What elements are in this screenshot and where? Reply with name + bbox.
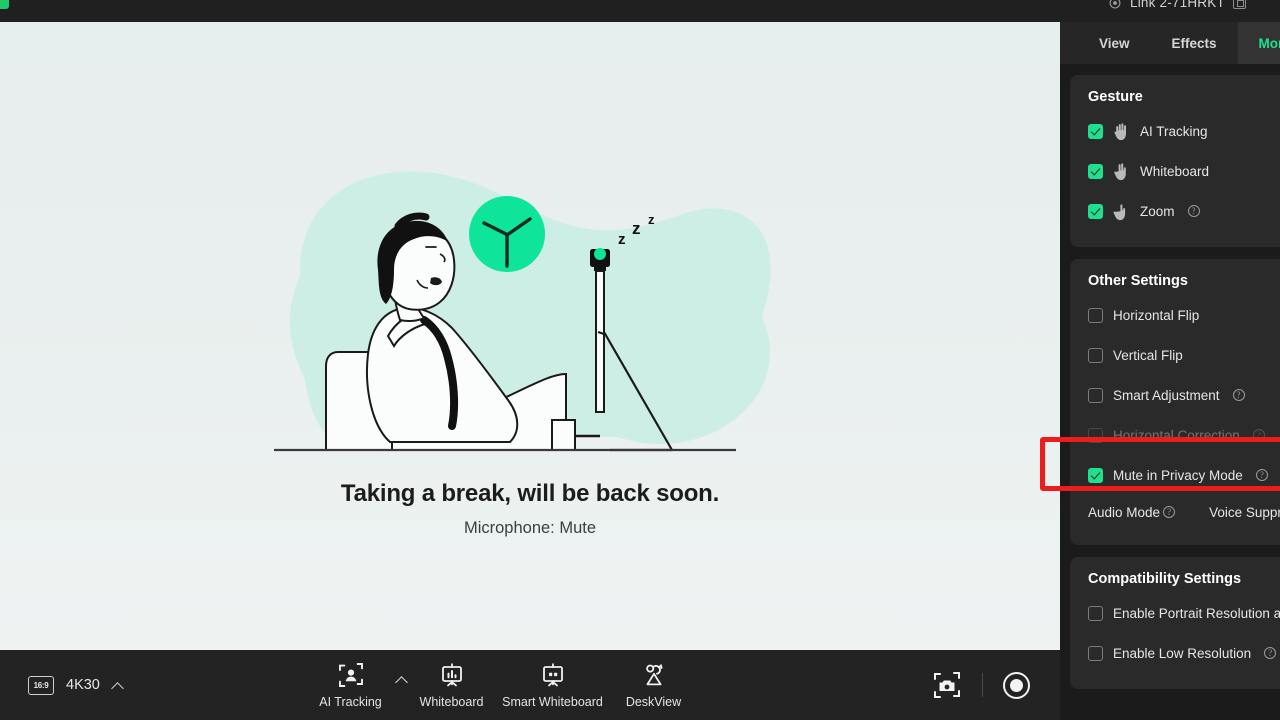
- checkbox-smart-adjustment[interactable]: [1088, 387, 1103, 403]
- hand-two-fingers-icon: [1113, 162, 1130, 181]
- setting-row-mute-in-privacy-mode[interactable]: Mute in Privacy Mode ?: [1070, 455, 1280, 495]
- smart-whiteboard-icon: [540, 662, 566, 688]
- tab-more[interactable]: More: [1237, 22, 1280, 64]
- toolbar-button-deskview[interactable]: DeskView: [603, 650, 704, 720]
- voice-suppression-control[interactable]: Voice Suppression: [1209, 505, 1280, 520]
- setting-label: Whiteboard: [1140, 163, 1210, 179]
- section-title: Compatibility Settings: [1088, 571, 1242, 587]
- section-title: Other Settings: [1088, 273, 1188, 289]
- video-preview-stage: z z z Taking a break, will be back soon.…: [0, 22, 1060, 650]
- setting-row-vertical-flip[interactable]: Vertical Flip: [1070, 335, 1280, 375]
- status-indicator-nub: [0, 0, 9, 9]
- person-resting-privacy-mode-illustration: z z z: [274, 171, 771, 452]
- toolbar-button-whiteboard[interactable]: Whiteboard: [401, 650, 502, 720]
- toolbar-label: DeskView: [625, 694, 682, 709]
- panel-body: Gesture AI Tracking Whiteboard Zoom ? Ot…: [1060, 64, 1280, 720]
- toolbar-label: AI Tracking: [319, 694, 382, 709]
- help-icon[interactable]: ?: [1255, 469, 1268, 481]
- checkbox-horizontal-correction: [1088, 427, 1103, 443]
- audio-mode-label: Audio Mode: [1088, 504, 1161, 520]
- section-title: Gesture: [1088, 89, 1143, 105]
- panel-tabs: View Effects More: [1060, 22, 1280, 64]
- voice-suppression-label: Voice Suppression: [1209, 504, 1280, 520]
- audio-mode-control[interactable]: Audio Mode ?: [1088, 504, 1176, 520]
- sleep-z-mid: z: [632, 219, 641, 238]
- toolbar-button-smart-whiteboard[interactable]: Smart Whiteboard: [502, 650, 603, 720]
- ai-tracking-options-chevron-up-icon[interactable]: [396, 674, 408, 686]
- snapshot-camera-icon[interactable]: [932, 670, 962, 700]
- section-compatibility-settings: Compatibility Settings Enable Portrait R…: [1070, 557, 1280, 689]
- resolution-label[interactable]: 4K30: [66, 677, 100, 693]
- setting-label: Smart Adjustment: [1113, 387, 1220, 403]
- setting-label: AI Tracking: [1140, 123, 1208, 139]
- sleep-z-tiny: z: [648, 212, 655, 227]
- help-icon[interactable]: ?: [1163, 506, 1176, 518]
- microphone-status: Microphone: Mute: [463, 519, 597, 537]
- record-button-icon[interactable]: [1003, 671, 1030, 699]
- tab-view[interactable]: View: [1078, 22, 1151, 64]
- checkbox-enable-portrait-resolution[interactable]: [1088, 605, 1103, 621]
- checkbox-vertical-flip[interactable]: [1088, 347, 1103, 363]
- chevron-up-icon[interactable]: [112, 680, 123, 691]
- page-title: Taking a break, will be back soon.: [340, 480, 720, 507]
- toolbar-divider: [982, 673, 983, 697]
- setting-row-horizontal-correction: Horizontal Correction ?: [1070, 415, 1280, 455]
- window-title: Link 2-71HRKT: [1130, 0, 1225, 10]
- settings-panel: View Effects More Gesture AI Tracking: [1060, 22, 1280, 720]
- deskview-icon: [641, 662, 667, 688]
- setting-row-ai-tracking[interactable]: AI Tracking: [1070, 111, 1280, 151]
- setting-label: Horizontal Flip: [1113, 307, 1200, 323]
- checkbox-horizontal-flip[interactable]: [1088, 307, 1103, 323]
- window-restore-icon[interactable]: [1232, 0, 1246, 9]
- setting-row-enable-low-resolution[interactable]: Enable Low Resolution ?: [1070, 633, 1280, 673]
- setting-label: Enable Low Resolution: [1113, 645, 1252, 661]
- setting-row-zoom[interactable]: Zoom ?: [1070, 191, 1280, 231]
- hand-open-palm-icon: [1113, 122, 1130, 141]
- audio-settings-row: Audio Mode ? Voice Suppression: [1070, 495, 1280, 529]
- toolbar-label: Whiteboard: [419, 694, 484, 709]
- tab-effects[interactable]: Effects: [1151, 22, 1238, 64]
- setting-label: Mute in Privacy Mode: [1113, 467, 1243, 483]
- help-icon: ?: [1252, 429, 1265, 441]
- checkbox-zoom[interactable]: [1088, 203, 1103, 219]
- help-icon[interactable]: ?: [1187, 205, 1200, 217]
- setting-row-smart-adjustment[interactable]: Smart Adjustment ?: [1070, 375, 1280, 415]
- sleep-z-small: z: [618, 231, 626, 248]
- hand-one-finger-icon: [1113, 202, 1130, 221]
- bottom-toolbar: 16:9 4K30 AI Tracking Whiteboard Smart W…: [0, 650, 1060, 720]
- aspect-ratio-badge[interactable]: 16:9: [28, 675, 54, 695]
- section-other-settings: Other Settings Horizontal Flip Vertical …: [1070, 259, 1280, 545]
- checkbox-mute-in-privacy-mode[interactable]: [1088, 467, 1103, 483]
- capture-controls: [932, 650, 1030, 720]
- setting-label: Horizontal Correction: [1113, 427, 1240, 443]
- toolbar-button-ai-tracking[interactable]: AI Tracking: [300, 650, 401, 720]
- ai-tracking-face-frame-icon: [338, 662, 364, 688]
- help-icon[interactable]: ?: [1232, 389, 1245, 401]
- setting-row-horizontal-flip[interactable]: Horizontal Flip: [1070, 295, 1280, 335]
- resolution-control-group[interactable]: 16:9 4K30: [28, 650, 123, 720]
- checkbox-enable-low-resolution[interactable]: [1088, 645, 1103, 661]
- checkbox-ai-tracking[interactable]: [1088, 123, 1103, 139]
- setting-label: Zoom: [1140, 203, 1175, 219]
- window-title-bar: Link 2-71HRKT: [0, 0, 1280, 22]
- camera-device-icon: [1108, 0, 1122, 10]
- help-icon[interactable]: ?: [1264, 647, 1277, 659]
- window-title-group: Link 2-71HRKT: [1108, 0, 1246, 10]
- toolbar-feature-buttons: AI Tracking Whiteboard Smart Whiteboard …: [300, 650, 704, 720]
- checkbox-whiteboard[interactable]: [1088, 163, 1103, 179]
- whiteboard-icon: [439, 662, 465, 688]
- toolbar-label: Smart Whiteboard: [502, 694, 603, 709]
- setting-row-enable-portrait-resolution[interactable]: Enable Portrait Resolution and Frame Rat…: [1070, 593, 1280, 633]
- setting-label: Enable Portrait Resolution and Frame Rat…: [1113, 605, 1280, 621]
- section-gesture: Gesture AI Tracking Whiteboard Zoom ?: [1070, 75, 1280, 247]
- setting-row-whiteboard[interactable]: Whiteboard: [1070, 151, 1280, 191]
- setting-label: Vertical Flip: [1113, 347, 1183, 363]
